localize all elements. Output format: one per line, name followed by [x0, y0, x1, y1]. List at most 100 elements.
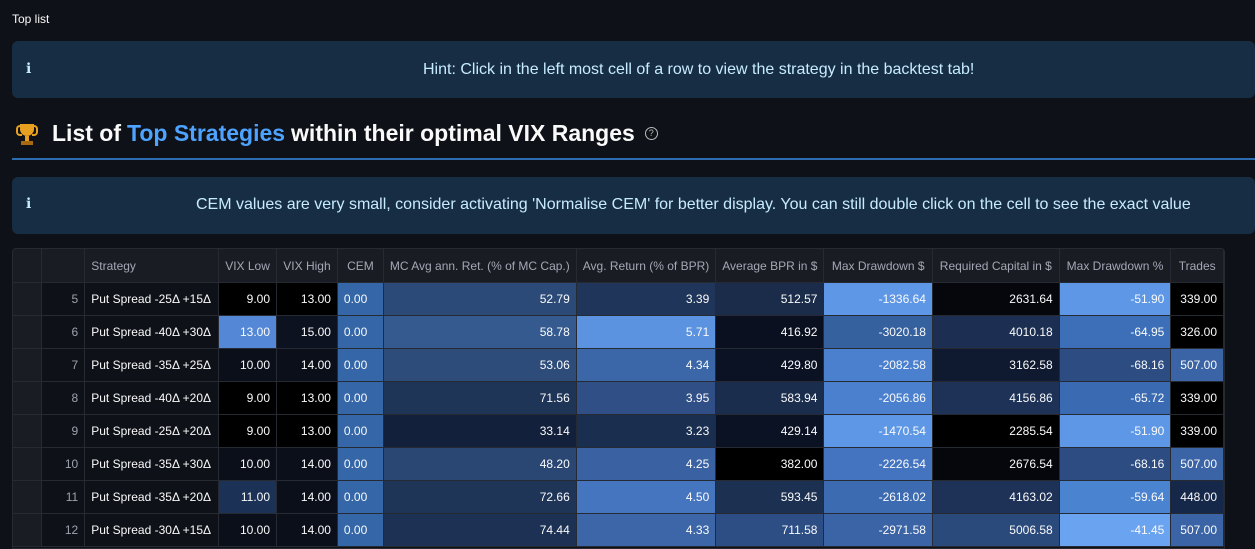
vix-low-cell[interactable]: 13.00	[218, 315, 278, 349]
required-capital-cell[interactable]: 2676.54	[932, 447, 1060, 481]
avg-bpr-cell[interactable]: 429.80	[715, 348, 825, 382]
header-vix-low[interactable]: VIX Low	[218, 249, 278, 283]
required-capital-cell[interactable]: 5006.58	[932, 513, 1060, 547]
strategy-cell[interactable]: Put Spread -35Δ +20Δ	[84, 480, 220, 514]
header-strategy[interactable]: Strategy	[84, 249, 220, 283]
cem-cell[interactable]: 0.00	[337, 447, 384, 481]
avg-return-cell[interactable]: 5.71	[576, 315, 717, 349]
cem-cell[interactable]: 0.00	[337, 480, 384, 514]
trades-cell[interactable]: 507.00	[1170, 513, 1224, 547]
avg-return-cell[interactable]: 4.33	[576, 513, 717, 547]
table-row[interactable]: 12 Put Spread -30Δ +15Δ 10.00 14.00 0.00 74.4…	[13, 513, 1224, 547]
max-drawdown-usd-cell[interactable]: -2082.58	[823, 348, 933, 382]
table-row[interactable]: 9 Put Spread -25Δ +20Δ 9.00 13.00 0.00 33.14 3…	[13, 414, 1224, 448]
avg-bpr-cell[interactable]: 512.57	[715, 282, 825, 316]
row-select-cell[interactable]	[13, 381, 42, 415]
required-capital-cell[interactable]: 4010.18	[932, 315, 1060, 349]
vix-high-cell[interactable]: 14.00	[276, 513, 338, 547]
required-capital-cell[interactable]: 3162.58	[932, 348, 1060, 382]
vix-high-cell[interactable]: 14.00	[276, 480, 338, 514]
vix-high-cell[interactable]: 13.00	[276, 282, 338, 316]
row-index-cell[interactable]: 8	[41, 381, 86, 415]
table-row[interactable]: 10 Put Spread -35Δ +30Δ 10.00 14.00 0.00 48.2…	[13, 447, 1224, 481]
row-index-cell[interactable]: 9	[41, 414, 86, 448]
avg-return-cell[interactable]: 4.25	[576, 447, 717, 481]
avg-bpr-cell[interactable]: 593.45	[715, 480, 825, 514]
row-select-cell[interactable]	[13, 447, 42, 481]
table-row[interactable]: 7 Put Spread -35Δ +25Δ 10.00 14.00 0.00 53.06…	[13, 348, 1224, 382]
required-capital-cell[interactable]: 4156.86	[932, 381, 1060, 415]
max-drawdown-usd-cell[interactable]: -2971.58	[823, 513, 933, 547]
strategy-cell[interactable]: Put Spread -35Δ +25Δ	[84, 348, 220, 382]
header-max-drawdown-pct[interactable]: Max Drawdown %	[1059, 249, 1172, 283]
mc-avg-ret-cell[interactable]: 53.06	[383, 348, 577, 382]
avg-return-cell[interactable]: 4.50	[576, 480, 717, 514]
avg-return-cell[interactable]: 3.23	[576, 414, 717, 448]
vix-high-cell[interactable]: 13.00	[276, 381, 338, 415]
trades-cell[interactable]: 507.00	[1170, 447, 1224, 481]
header-index[interactable]	[41, 249, 86, 283]
trades-cell[interactable]: 339.00	[1170, 381, 1224, 415]
avg-return-cell[interactable]: 4.34	[576, 348, 717, 382]
header-select[interactable]	[13, 249, 42, 283]
header-max-drawdown-usd[interactable]: Max Drawdown $	[823, 249, 933, 283]
row-select-cell[interactable]	[13, 480, 42, 514]
avg-bpr-cell[interactable]: 711.58	[715, 513, 825, 547]
required-capital-cell[interactable]: 2631.64	[932, 282, 1060, 316]
max-drawdown-usd-cell[interactable]: -1470.54	[823, 414, 933, 448]
row-select-cell[interactable]	[13, 513, 42, 547]
avg-bpr-cell[interactable]: 583.94	[715, 381, 825, 415]
header-cem[interactable]: CEM	[337, 249, 384, 283]
table-row[interactable]: 5 Put Spread -25Δ +15Δ 9.00 13.00 0.00 52.79 3…	[13, 282, 1224, 316]
mc-avg-ret-cell[interactable]: 33.14	[383, 414, 577, 448]
strategy-cell[interactable]: Put Spread -35Δ +30Δ	[84, 447, 220, 481]
vix-low-cell[interactable]: 9.00	[218, 282, 278, 316]
max-drawdown-usd-cell[interactable]: -2618.02	[823, 480, 933, 514]
vix-high-cell[interactable]: 14.00	[276, 348, 338, 382]
row-select-cell[interactable]	[13, 282, 42, 316]
cem-cell[interactable]: 0.00	[337, 348, 384, 382]
table-row[interactable]: 6 Put Spread -40Δ +30Δ 13.00 15.00 0.00 58.78…	[13, 315, 1224, 349]
avg-bpr-cell[interactable]: 382.00	[715, 447, 825, 481]
trades-cell[interactable]: 339.00	[1170, 282, 1224, 316]
avg-bpr-cell[interactable]: 416.92	[715, 315, 825, 349]
vix-high-cell[interactable]: 15.00	[276, 315, 338, 349]
max-drawdown-pct-cell[interactable]: -51.90	[1059, 414, 1172, 448]
strategies-table[interactable]: Strategy VIX Low VIX High CEM MC Avg ann…	[12, 248, 1225, 549]
vix-low-cell[interactable]: 10.00	[218, 447, 278, 481]
row-select-cell[interactable]	[13, 414, 42, 448]
max-drawdown-pct-cell[interactable]: -51.90	[1059, 282, 1172, 316]
strategy-cell[interactable]: Put Spread -30Δ +15Δ	[84, 513, 220, 547]
vix-low-cell[interactable]: 10.00	[218, 513, 278, 547]
required-capital-cell[interactable]: 2285.54	[932, 414, 1060, 448]
mc-avg-ret-cell[interactable]: 48.20	[383, 447, 577, 481]
table-row[interactable]: 11 Put Spread -35Δ +20Δ 11.00 14.00 0.00 72.6…	[13, 480, 1224, 514]
vix-high-cell[interactable]: 14.00	[276, 447, 338, 481]
header-avg-bpr[interactable]: Average BPR in $	[715, 249, 825, 283]
cem-cell[interactable]: 0.00	[337, 315, 384, 349]
row-index-cell[interactable]: 6	[41, 315, 86, 349]
strategy-cell[interactable]: Put Spread -25Δ +15Δ	[84, 282, 220, 316]
row-index-cell[interactable]: 10	[41, 447, 86, 481]
trades-cell[interactable]: 448.00	[1170, 480, 1224, 514]
avg-return-cell[interactable]: 3.95	[576, 381, 717, 415]
header-mc-avg-ret[interactable]: MC Avg ann. Ret. (% of MC Cap.)	[383, 249, 577, 283]
required-capital-cell[interactable]: 4163.02	[932, 480, 1060, 514]
mc-avg-ret-cell[interactable]: 71.56	[383, 381, 577, 415]
header-vix-high[interactable]: VIX High	[276, 249, 338, 283]
row-index-cell[interactable]: 12	[41, 513, 86, 547]
vix-low-cell[interactable]: 9.00	[218, 381, 278, 415]
max-drawdown-usd-cell[interactable]: -3020.18	[823, 315, 933, 349]
mc-avg-ret-cell[interactable]: 72.66	[383, 480, 577, 514]
row-index-cell[interactable]: 7	[41, 348, 86, 382]
vix-low-cell[interactable]: 10.00	[218, 348, 278, 382]
max-drawdown-pct-cell[interactable]: -65.72	[1059, 381, 1172, 415]
mc-avg-ret-cell[interactable]: 74.44	[383, 513, 577, 547]
strategy-cell[interactable]: Put Spread -25Δ +20Δ	[84, 414, 220, 448]
header-avg-return[interactable]: Avg. Return (% of BPR)	[576, 249, 717, 283]
max-drawdown-pct-cell[interactable]: -68.16	[1059, 447, 1172, 481]
header-required-capital[interactable]: Required Capital in $	[932, 249, 1060, 283]
strategy-cell[interactable]: Put Spread -40Δ +30Δ	[84, 315, 220, 349]
max-drawdown-usd-cell[interactable]: -2056.86	[823, 381, 933, 415]
trades-cell[interactable]: 507.00	[1170, 348, 1224, 382]
